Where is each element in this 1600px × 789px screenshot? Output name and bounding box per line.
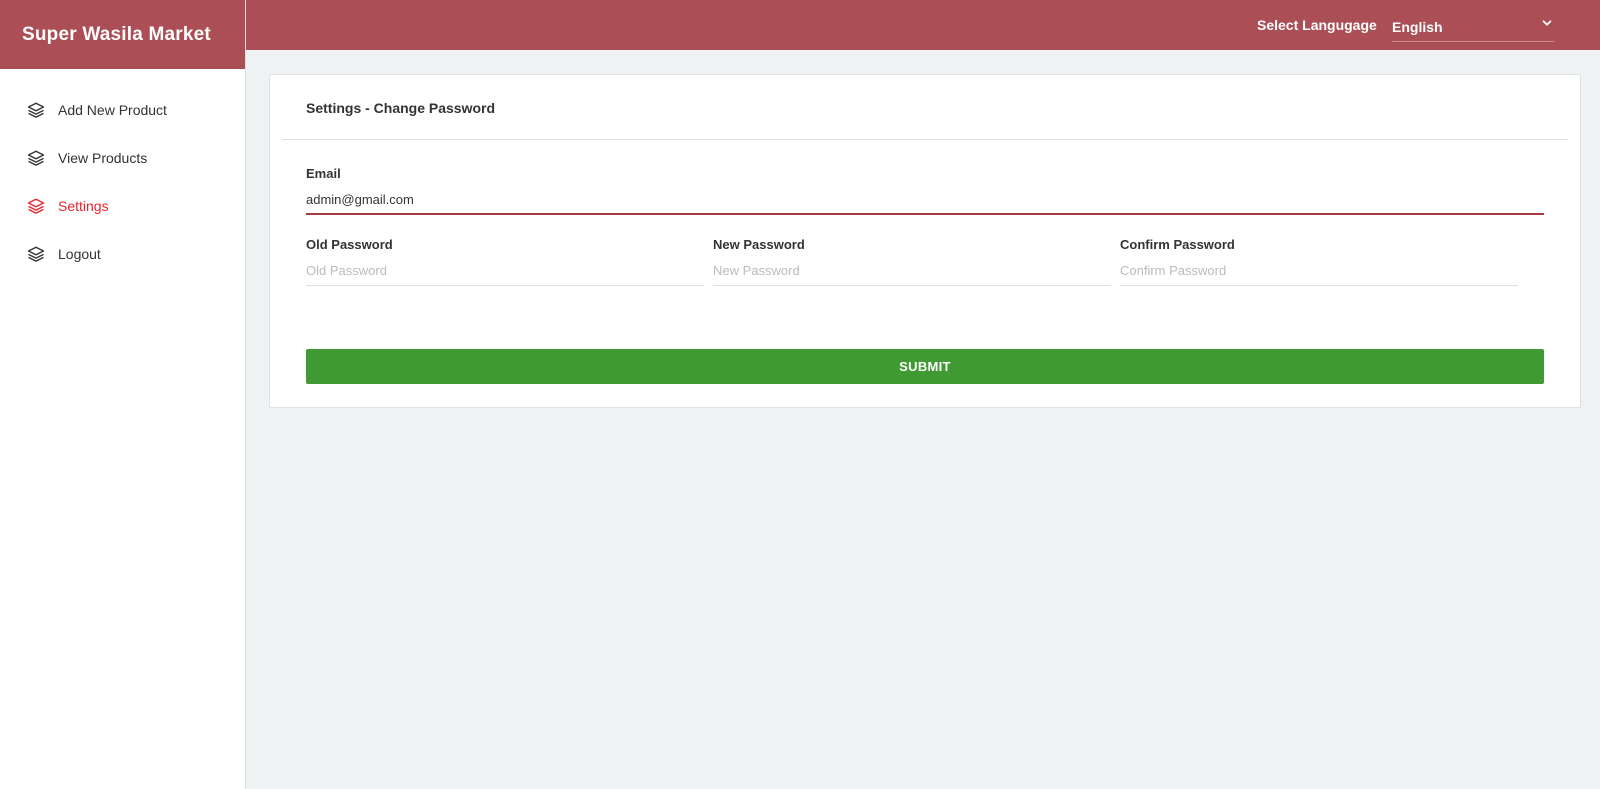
old-password-field[interactable] — [306, 256, 704, 286]
sidebar-item-view-products[interactable]: View Products — [0, 134, 245, 182]
page-title: Settings - Change Password — [306, 100, 496, 116]
new-password-field[interactable] — [713, 256, 1111, 286]
email-label: Email — [306, 166, 341, 181]
language-value: English — [1392, 19, 1443, 35]
sidebar-item-label: Add New Product — [58, 102, 167, 118]
sidebar: Super Wasila Market Add New Product View… — [0, 0, 246, 789]
sidebar-item-settings[interactable]: Settings — [0, 182, 245, 230]
chevron-down-icon — [1540, 16, 1554, 30]
brand-title: Super Wasila Market — [0, 0, 245, 69]
sidebar-item-add-new-product[interactable]: Add New Product — [0, 86, 245, 134]
sidebar-item-logout[interactable]: Logout — [0, 230, 245, 278]
email-field[interactable] — [306, 185, 1544, 215]
settings-card: Settings - Change Password Email Old Pas… — [269, 74, 1581, 408]
language-label: Select Langugage — [1257, 17, 1377, 33]
layers-icon — [27, 149, 45, 167]
top-bar: Select Langugage English — [246, 0, 1600, 50]
layers-icon — [27, 245, 45, 263]
card-header: Settings - Change Password — [282, 75, 1568, 140]
language-select[interactable]: English — [1392, 10, 1554, 42]
layers-icon — [27, 197, 45, 215]
sidebar-nav: Add New Product View Products Settings L… — [0, 69, 245, 278]
layers-icon — [27, 101, 45, 119]
submit-button[interactable]: SUBMIT — [306, 349, 1544, 384]
confirm-password-field[interactable] — [1120, 256, 1518, 286]
sidebar-item-label: Logout — [58, 246, 101, 262]
sidebar-item-label: Settings — [58, 198, 109, 214]
old-password-label: Old Password — [306, 237, 393, 252]
sidebar-item-label: View Products — [58, 150, 148, 166]
confirm-password-label: Confirm Password — [1120, 237, 1235, 252]
new-password-label: New Password — [713, 237, 805, 252]
